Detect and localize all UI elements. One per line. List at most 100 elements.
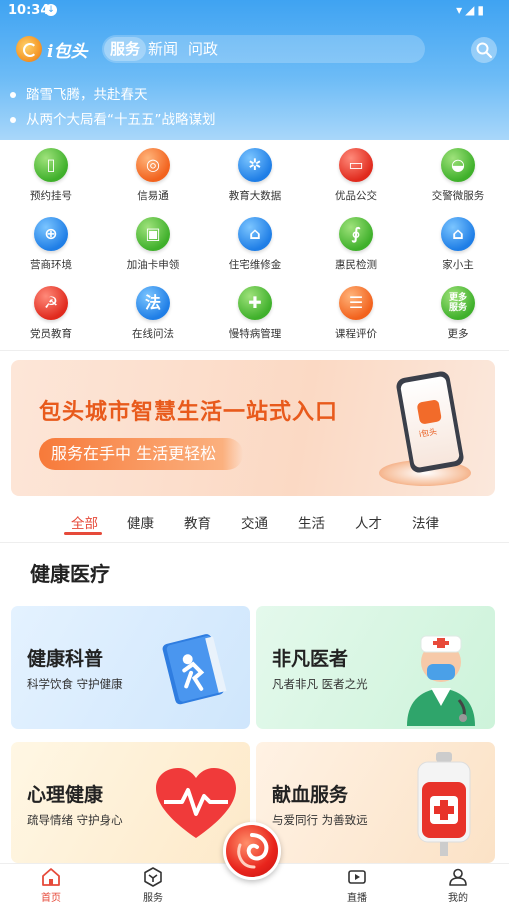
home-icon: ⌂ bbox=[441, 217, 475, 251]
logo-text: i包头 bbox=[47, 41, 88, 62]
card-subtitle: 疏导情绪 守护身心 bbox=[27, 813, 123, 827]
news-headline: 踏雪飞腾，共赴春天 bbox=[26, 87, 148, 103]
card-mental-health[interactable]: 心理健康 疏导情绪 守护身心 bbox=[11, 742, 250, 863]
news-item[interactable]: 踏雪飞腾，共赴春天 bbox=[10, 83, 148, 103]
center-logo-button[interactable] bbox=[223, 822, 281, 880]
service-label: 交警微服务 bbox=[431, 190, 485, 202]
logo-icon bbox=[16, 36, 42, 62]
status-bar: 10:34 ↓ ▾◢▮ bbox=[0, 0, 509, 24]
category-tab[interactable]: 生活 bbox=[298, 512, 325, 532]
status-time: 10:34 bbox=[8, 3, 50, 18]
service-item[interactable]: ✚ 慢特病管理 bbox=[205, 286, 305, 341]
service-label: 预约挂号 bbox=[30, 190, 72, 202]
doctor-icon bbox=[407, 635, 475, 726]
service-item[interactable]: ☰ 课程评价 bbox=[306, 286, 406, 341]
service-item[interactable]: ⊕ 营商环境 bbox=[1, 217, 101, 272]
service-item[interactable]: ◎ 信易通 bbox=[103, 148, 203, 203]
download-icon: ↓ bbox=[45, 4, 57, 16]
tab-inquiry[interactable]: 问政 bbox=[188, 35, 218, 63]
service-item[interactable]: ☭ 党员教育 bbox=[1, 286, 101, 341]
service-item[interactable]: ◒ 交警微服务 bbox=[408, 148, 508, 203]
header: 10:34 ↓ ▾◢▮ i包头 服务 新闻 问政 踏雪飞腾，共赴春天 从两个大局… bbox=[0, 0, 509, 140]
tab-label: 我的 bbox=[448, 893, 468, 904]
category-tab[interactable]: 法律 bbox=[412, 512, 439, 532]
card-subtitle: 与爱同行 为善致远 bbox=[272, 813, 368, 827]
card-subtitle: 凡者非凡 医者之光 bbox=[272, 677, 368, 691]
app-icon bbox=[416, 399, 442, 425]
service-label: 教育大数据 bbox=[228, 190, 282, 202]
category-tab[interactable]: 健康 bbox=[127, 512, 154, 532]
tab-label: 直播 bbox=[347, 893, 367, 904]
card-subtitle: 科学饮食 守护健康 bbox=[27, 677, 123, 691]
tab-label: 服务 bbox=[143, 893, 163, 904]
service-item[interactable]: 法 在线问法 bbox=[103, 286, 203, 341]
divider bbox=[0, 542, 509, 543]
education-data-icon: ✲ bbox=[238, 148, 272, 182]
blood-bag-icon bbox=[417, 752, 471, 856]
tab-home[interactable]: 首页 bbox=[21, 864, 81, 904]
card-health-science[interactable]: 健康科普 科学饮食 守护健康 bbox=[11, 606, 250, 729]
service-label: 优品公交 bbox=[335, 190, 377, 202]
divider bbox=[0, 350, 509, 351]
service-item[interactable]: ▣ 加油卡申领 bbox=[103, 217, 203, 272]
card-title: 非凡医者 bbox=[272, 648, 349, 670]
category-tab[interactable]: 人才 bbox=[355, 512, 382, 532]
law-icon: 法 bbox=[136, 286, 170, 320]
signal-battery-icon: ▾◢▮ bbox=[456, 3, 487, 17]
course-icon: ☰ bbox=[339, 286, 373, 320]
bus-icon: ▭ bbox=[339, 148, 373, 182]
service-item[interactable]: ✲ 教育大数据 bbox=[205, 148, 305, 203]
tab-live[interactable]: 直播 bbox=[327, 864, 387, 904]
news-headline: 从两个大局看“十五五”战略谋划 bbox=[26, 112, 216, 128]
service-item[interactable]: ▯ 预约挂号 bbox=[1, 148, 101, 203]
service-label: 惠民检测 bbox=[335, 259, 377, 271]
header-tabs: 服务 新闻 问政 bbox=[102, 35, 425, 63]
medicine-icon: ✚ bbox=[238, 286, 272, 320]
service-item[interactable]: 更多 服务 更多 bbox=[408, 286, 508, 341]
tab-news[interactable]: 新闻 bbox=[148, 35, 178, 63]
profile-icon bbox=[449, 868, 467, 886]
service-item[interactable]: ▭ 优品公交 bbox=[306, 148, 406, 203]
more-icon-line: 服务 bbox=[448, 303, 467, 313]
service-label: 信易通 bbox=[137, 190, 169, 202]
card-outstanding-doctors[interactable]: 非凡医者 凡者非凡 医者之光 bbox=[256, 606, 495, 729]
basketball-icon: ◎ bbox=[136, 148, 170, 182]
card-title: 献血服务 bbox=[272, 784, 349, 806]
tab-service[interactable]: 服务 bbox=[123, 864, 183, 904]
category-tab[interactable]: 交通 bbox=[241, 512, 268, 532]
swirl-logo-icon bbox=[237, 833, 269, 869]
stethoscope-icon: ∮ bbox=[339, 217, 373, 251]
service-label: 党员教育 bbox=[30, 328, 72, 340]
traffic-police-icon: ◒ bbox=[441, 148, 475, 182]
service-item[interactable]: ⌂ 住宅维修金 bbox=[205, 217, 305, 272]
banner-title: 包头城市智慧生活一站式入口 bbox=[39, 400, 339, 425]
service-label: 加油卡申领 bbox=[126, 259, 180, 271]
phone-illustration: i包头 bbox=[395, 370, 465, 474]
home-icon bbox=[42, 868, 60, 886]
banner-subtitle: 服务在手中 生活更轻松 bbox=[39, 438, 243, 470]
party-emblem-icon: ☭ bbox=[34, 286, 68, 320]
service-icon bbox=[144, 867, 162, 887]
service-item[interactable]: ⌂ 家小主 bbox=[408, 217, 508, 272]
section-title: 健康医疗 bbox=[30, 562, 110, 586]
search-icon bbox=[476, 42, 492, 58]
category-tab[interactable]: 全部 bbox=[71, 512, 98, 532]
active-tab-indicator bbox=[64, 532, 102, 535]
tab-label: 首页 bbox=[41, 893, 61, 904]
house-money-icon: ⌂ bbox=[238, 217, 272, 251]
tab-profile[interactable]: 我的 bbox=[428, 864, 488, 904]
category-tab[interactable]: 教育 bbox=[184, 512, 211, 532]
service-item[interactable]: ∮ 惠民检测 bbox=[306, 217, 406, 272]
search-button[interactable] bbox=[471, 37, 497, 63]
more-icon-line: 更多 bbox=[448, 293, 467, 303]
news-item[interactable]: 从两个大局看“十五五”战略谋划 bbox=[10, 108, 216, 128]
more-services-icon: 更多 服务 bbox=[441, 286, 475, 320]
app-logo: i包头 bbox=[16, 34, 87, 64]
card-blood-donation[interactable]: 献血服务 与爱同行 为善致远 bbox=[256, 742, 495, 863]
promo-banner[interactable]: 包头城市智慧生活一站式入口 服务在手中 生活更轻松 i包头 bbox=[11, 360, 495, 496]
health-book-icon bbox=[162, 634, 227, 705]
fuel-icon: ▣ bbox=[136, 217, 170, 251]
globe-icon: ⊕ bbox=[34, 217, 68, 251]
service-label: 住宅维修金 bbox=[228, 259, 282, 271]
tab-service[interactable]: 服务 bbox=[104, 37, 147, 61]
